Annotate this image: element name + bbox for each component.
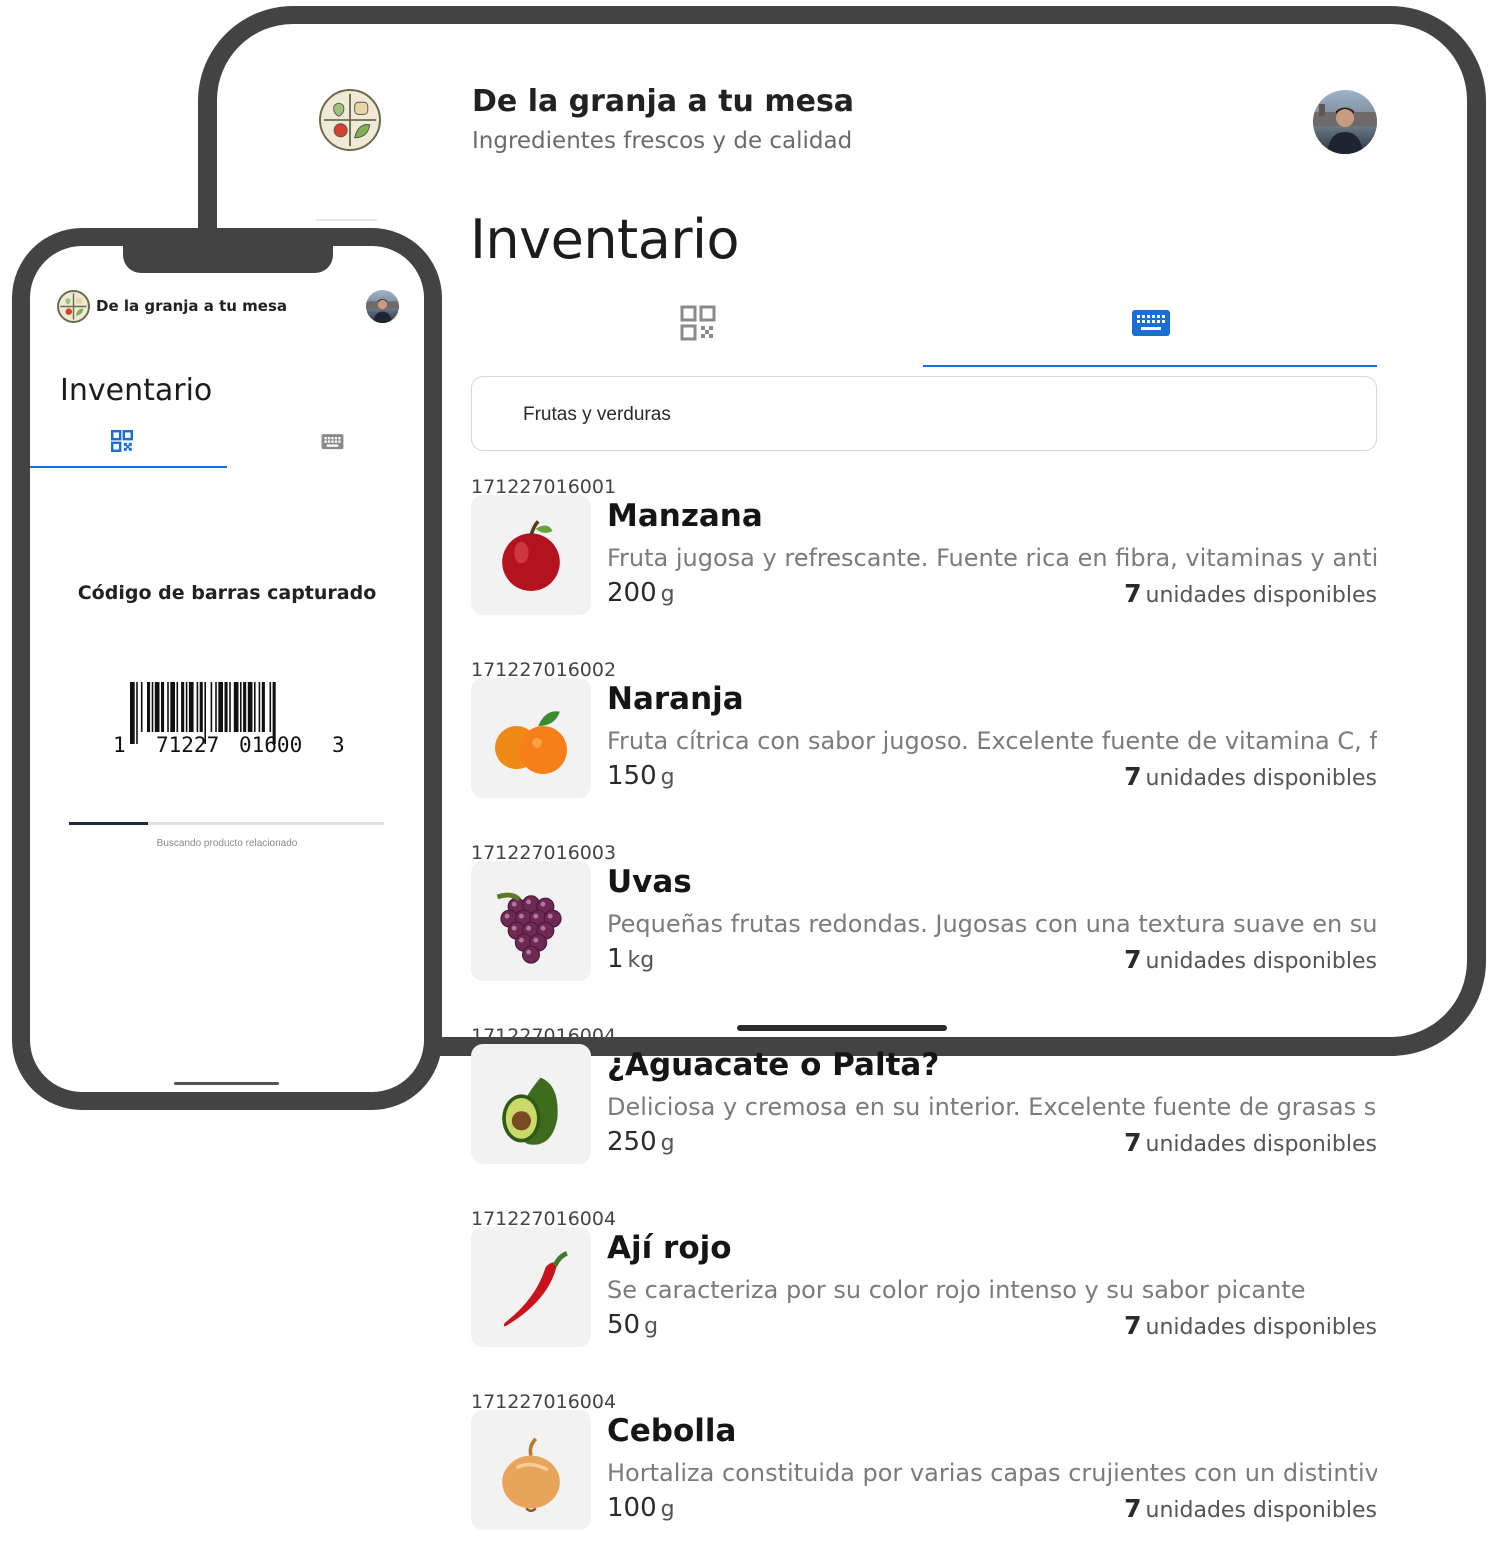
tab-keyboard-entry[interactable] bbox=[321, 433, 344, 450]
search-status-text: Buscando producto relacionado bbox=[156, 838, 298, 849]
product-row[interactable]: 171227016004 ¿Aguacate o Palta? Deliciosa … bbox=[471, 1025, 1377, 1205]
product-row[interactable]: 171227016002 Naranja Fruta cítrica con sab… bbox=[471, 659, 1377, 839]
product-quantity: 150 g bbox=[607, 761, 675, 791]
product-row[interactable]: 171227016003 Uvas Pequeñas frutas redondas… bbox=[471, 842, 1377, 1022]
product-quantity: 100 g bbox=[607, 1493, 675, 1523]
product-image bbox=[471, 1044, 591, 1164]
search-progress-bar bbox=[69, 822, 384, 825]
chili-icon bbox=[503, 1251, 568, 1327]
product-name: Uvas bbox=[607, 864, 692, 900]
stock-label: unidades disponibles bbox=[1145, 583, 1378, 608]
grapes-icon bbox=[496, 892, 562, 964]
product-stock: 7 unidades disponibles bbox=[1124, 1311, 1377, 1340]
stock-count: 7 bbox=[1124, 945, 1142, 974]
active-tab-indicator bbox=[30, 466, 227, 468]
stock-label: unidades disponibles bbox=[1145, 1498, 1378, 1523]
orange-icon bbox=[495, 711, 567, 774]
stock-count: 7 bbox=[1124, 579, 1142, 608]
product-description: Deliciosa y cremosa en su interior. Exce… bbox=[607, 1093, 1377, 1121]
product-image bbox=[471, 861, 591, 981]
tab-qr-scan[interactable] bbox=[111, 430, 133, 452]
captured-barcode: 1 71227 01600 3 bbox=[110, 680, 350, 760]
quantity-unit: g bbox=[660, 765, 675, 790]
product-quantity: 250 g bbox=[607, 1127, 675, 1157]
quantity-value: 50 bbox=[607, 1310, 641, 1340]
phone-notch bbox=[123, 240, 333, 273]
stock-count: 7 bbox=[1124, 1494, 1142, 1523]
quantity-unit: g bbox=[660, 1131, 675, 1156]
stock-count: 7 bbox=[1124, 762, 1142, 791]
product-row[interactable]: 171227016004 Ají rojo Se caracteriza por s… bbox=[471, 1208, 1377, 1388]
product-quantity: 1 kg bbox=[607, 944, 654, 974]
apple-icon bbox=[502, 520, 560, 591]
barcode-captured-label: Código de barras capturado bbox=[77, 582, 377, 604]
stock-count: 7 bbox=[1124, 1128, 1142, 1157]
tablet-home-indicator bbox=[737, 1025, 947, 1031]
product-description: Fruta jugosa y refrescante. Fuente rica … bbox=[607, 544, 1377, 572]
product-description: Se caracteriza por su color rojo intenso… bbox=[607, 1276, 1306, 1304]
product-description: Pequeñas frutas redondas. Jugosas con un… bbox=[607, 910, 1377, 938]
quantity-value: 1 bbox=[607, 944, 624, 974]
product-stock: 7 unidades disponibles bbox=[1124, 1128, 1377, 1157]
stock-label: unidades disponibles bbox=[1145, 1132, 1378, 1157]
product-image bbox=[471, 678, 591, 798]
quantity-unit: g bbox=[660, 582, 675, 607]
product-description: Hortaliza constituida por varias capas c… bbox=[607, 1459, 1377, 1487]
stock-label: unidades disponibles bbox=[1145, 1315, 1378, 1340]
quantity-value: 200 bbox=[607, 578, 657, 608]
app-logo-icon[interactable] bbox=[57, 290, 90, 323]
product-name: Ají rojo bbox=[607, 1230, 732, 1266]
barcode-digit-last: 3 bbox=[332, 733, 345, 757]
barcode-digits-right: 01600 bbox=[239, 733, 302, 757]
product-stock: 7 unidades disponibles bbox=[1124, 945, 1377, 974]
product-stock: 7 unidades disponibles bbox=[1124, 1494, 1377, 1523]
phone-home-indicator bbox=[174, 1082, 279, 1085]
product-name: Manzana bbox=[607, 498, 763, 534]
product-image bbox=[471, 1410, 591, 1530]
stock-label: unidades disponibles bbox=[1145, 766, 1378, 791]
stock-count: 7 bbox=[1124, 1311, 1142, 1340]
product-name: ¿Aguacate o Palta? bbox=[607, 1047, 940, 1083]
quantity-value: 150 bbox=[607, 761, 657, 791]
quantity-value: 100 bbox=[607, 1493, 657, 1523]
quantity-unit: g bbox=[660, 1497, 675, 1522]
keyboard-icon bbox=[321, 434, 344, 450]
product-stock: 7 unidades disponibles bbox=[1124, 762, 1377, 791]
product-image bbox=[471, 1227, 591, 1347]
quantity-value: 250 bbox=[607, 1127, 657, 1157]
product-name: Naranja bbox=[607, 681, 744, 717]
qr-code-icon bbox=[111, 430, 133, 452]
product-image bbox=[471, 495, 591, 615]
product-description: Fruta cítrica con sabor jugoso. Excelent… bbox=[607, 727, 1377, 755]
product-quantity: 50 g bbox=[607, 1310, 658, 1340]
product-stock: 7 unidades disponibles bbox=[1124, 579, 1377, 608]
product-row[interactable]: 171227016004 Cebolla Hortaliza constituida… bbox=[471, 1391, 1377, 1563]
app-title: De la granja a tu mesa bbox=[96, 297, 288, 315]
page-title: Inventario bbox=[60, 373, 213, 408]
quantity-unit: kg bbox=[627, 948, 655, 973]
barcode-digits-left: 71227 bbox=[156, 733, 219, 757]
onion-icon bbox=[502, 1437, 560, 1512]
product-quantity: 200 g bbox=[607, 578, 675, 608]
product-name: Cebolla bbox=[607, 1413, 737, 1449]
barcode-digit-first: 1 bbox=[113, 733, 126, 757]
avocado-icon bbox=[502, 1077, 558, 1145]
quantity-unit: g bbox=[644, 1314, 659, 1339]
search-progress-fill bbox=[69, 822, 148, 825]
user-avatar[interactable] bbox=[366, 290, 399, 323]
product-row[interactable]: 171227016001 Manzana Fruta jugosa y refres… bbox=[471, 476, 1377, 656]
stock-label: unidades disponibles bbox=[1145, 949, 1378, 974]
